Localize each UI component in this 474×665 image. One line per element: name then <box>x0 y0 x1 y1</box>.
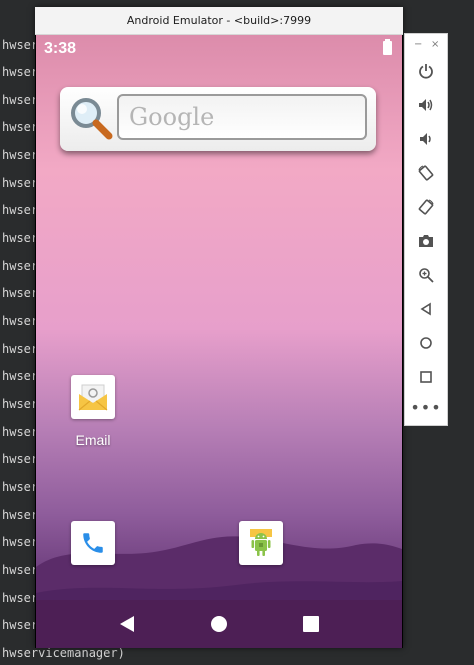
emulator-toolbar: − × ••• <box>404 33 448 426</box>
volume-up-icon <box>419 99 433 111</box>
terminal-line: hwser <box>2 563 39 577</box>
envelope-icon <box>78 384 108 411</box>
magnifier-icon[interactable] <box>68 95 114 141</box>
close-button[interactable]: × <box>431 39 439 50</box>
screenshot-button[interactable] <box>405 226 447 256</box>
terminal-line: hwser <box>2 618 39 632</box>
terminal-line: hwser <box>2 591 39 605</box>
terminal-line: hwser <box>2 259 39 273</box>
power-icon <box>419 64 433 79</box>
volume-down-button[interactable] <box>405 124 447 154</box>
terminal-line: hwser <box>2 425 39 439</box>
terminal-line: hwser <box>2 93 39 107</box>
rotate-left-button[interactable] <box>405 158 447 188</box>
terminal-line: hwser <box>2 452 39 466</box>
email-app-icon[interactable] <box>71 375 115 419</box>
zoom-icon <box>419 268 434 283</box>
power-button[interactable] <box>405 56 447 86</box>
more-icon: ••• <box>410 397 442 417</box>
home-circle-icon <box>211 616 227 632</box>
search-placeholder: Google <box>129 103 215 131</box>
terminal-line: hwser <box>2 508 39 522</box>
google-search-widget[interactable]: Google <box>60 87 376 151</box>
emulator-window: Android Emulator - <build>:7999 3:38 Goo… <box>35 7 403 648</box>
rotate-right-icon <box>418 199 434 215</box>
minimize-button[interactable]: − <box>414 39 422 50</box>
window-titlebar[interactable]: Android Emulator - <build>:7999 <box>35 7 403 35</box>
rotate-left-icon <box>418 165 434 181</box>
battery-icon <box>383 39 392 55</box>
terminal-line: hwser <box>2 397 39 411</box>
window-title: Android Emulator - <build>:7999 <box>126 14 312 27</box>
email-app-label[interactable]: Email <box>63 432 123 448</box>
terminal-line: hwser <box>2 342 39 356</box>
toolbar-back-button[interactable] <box>405 294 447 324</box>
recents-square-icon <box>303 616 319 632</box>
navigation-bar <box>36 600 402 648</box>
phone-app-icon[interactable] <box>71 521 115 565</box>
phone-icon <box>83 533 103 553</box>
overview-icon <box>420 371 432 383</box>
home-icon <box>420 337 432 349</box>
terminal-line: hwser <box>2 120 39 134</box>
terminal-line: hwser <box>2 535 39 549</box>
camera-icon <box>419 235 433 247</box>
zoom-button[interactable] <box>405 260 447 290</box>
nav-recents-button[interactable] <box>291 600 331 648</box>
back-icon <box>420 302 431 316</box>
toolbar-overview-button[interactable] <box>405 362 447 392</box>
status-time: 3:38 <box>44 40 77 57</box>
volume-down-icon <box>420 133 431 145</box>
more-button[interactable]: ••• <box>405 392 447 422</box>
android-robot-icon <box>250 529 272 556</box>
terminal-line: hwser <box>2 148 39 162</box>
toolbar-home-button[interactable] <box>405 328 447 358</box>
android-app-icon[interactable] <box>239 521 283 565</box>
search-input[interactable]: Google <box>117 94 367 140</box>
terminal-line: hwser <box>2 480 39 494</box>
terminal-line: hwser <box>2 369 39 383</box>
terminal-line: hwser <box>2 176 39 190</box>
rotate-right-button[interactable] <box>405 192 447 222</box>
nav-back-button[interactable] <box>107 600 147 648</box>
nav-home-button[interactable] <box>199 600 239 648</box>
terminal-line: hwser <box>2 38 39 52</box>
terminal-line: hwser <box>2 231 39 245</box>
terminal-line: hwser <box>2 203 39 217</box>
back-triangle-icon <box>120 616 134 632</box>
terminal-line-last: hwservicemanager) <box>2 646 125 660</box>
terminal-line: hwser <box>2 314 39 328</box>
volume-up-button[interactable] <box>405 90 447 120</box>
terminal-line: hwser <box>2 286 39 300</box>
terminal-line: hwser <box>2 65 39 79</box>
device-screen[interactable]: 3:38 Google Email <box>36 35 402 648</box>
